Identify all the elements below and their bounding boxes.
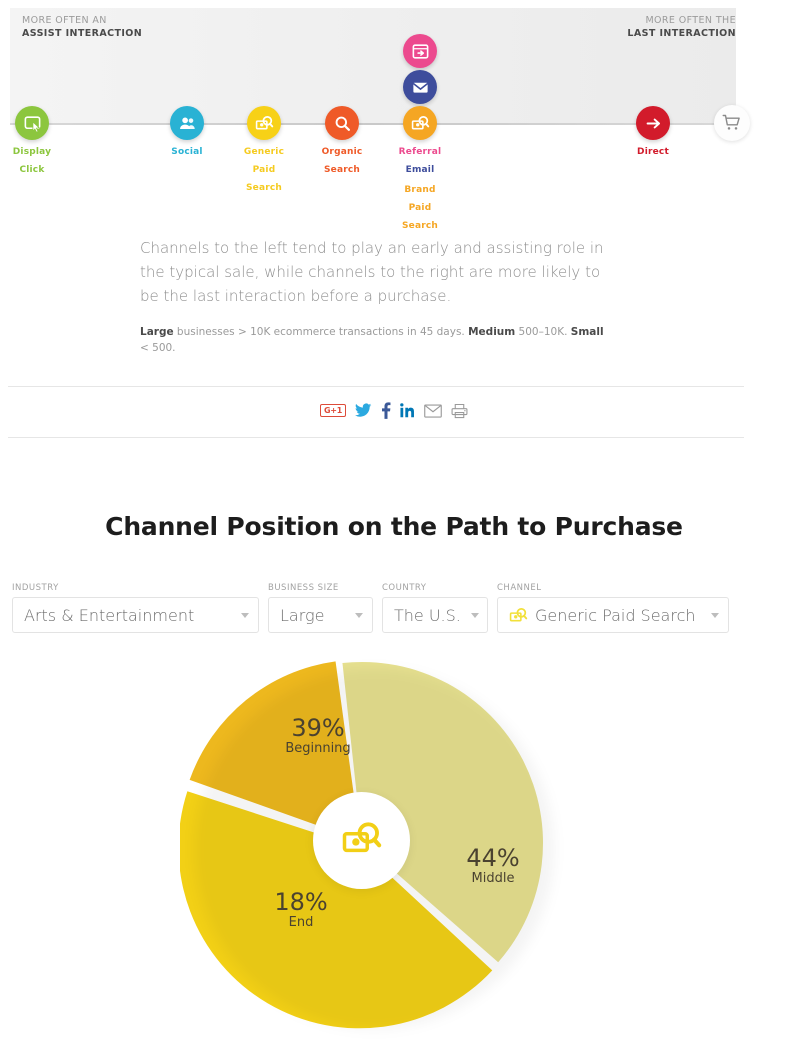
- browser-arrow-icon: [403, 34, 437, 68]
- path-node-organic-search-labels: Organic Search: [302, 145, 382, 181]
- magnifier-icon: [325, 106, 359, 140]
- node-label-line: Paid: [252, 165, 276, 175]
- industry-select-value: Arts & Entertainment: [24, 605, 195, 625]
- last-interaction-title: LAST INTERACTION: [627, 28, 736, 39]
- channel-path-panel: MORE OFTEN AN ASSIST INTERACTION MORE OF…: [0, 0, 788, 231]
- note-medium-bold: Medium: [468, 326, 516, 338]
- envelope-outline-icon[interactable]: [424, 403, 442, 418]
- divider-bottom: [8, 437, 744, 438]
- twitter-bird-icon[interactable]: [354, 403, 372, 418]
- chevron-down-icon: [711, 612, 719, 618]
- paid-search-icon: [247, 106, 281, 140]
- business-size-select[interactable]: Large: [268, 597, 373, 633]
- note-medium-text: 500–10K.: [515, 326, 571, 338]
- shopping-cart-icon: [714, 105, 750, 141]
- paid-search-icon: [403, 106, 437, 140]
- node-label-line: Click: [19, 165, 45, 175]
- node-label-line: Search: [401, 221, 439, 231]
- node-label-line: Organic: [321, 147, 363, 157]
- path-node-generic-paid-search-labels: Generic Paid Search: [224, 145, 304, 199]
- note-large-bold: Large: [140, 326, 174, 338]
- envelope-icon: [403, 70, 437, 104]
- chevron-down-icon: [470, 612, 479, 618]
- linkedin-in-icon[interactable]: [400, 403, 415, 418]
- filter-bar: INDUSTRY Arts & Entertainment BUSINESS S…: [12, 583, 729, 633]
- filter-country-label: COUNTRY: [382, 583, 427, 593]
- google-plus-icon[interactable]: G+1: [320, 404, 346, 417]
- divider-top: [8, 386, 744, 387]
- node-label-referral: Referral: [398, 147, 442, 157]
- assist-interaction-caption: MORE OFTEN AN: [22, 15, 107, 26]
- filter-industry-label: INDUSTRY: [12, 583, 59, 593]
- node-label-line: Social: [171, 147, 203, 157]
- last-interaction-caption: MORE OFTEN THE: [645, 15, 736, 26]
- node-label-line: Paid: [408, 203, 432, 213]
- filter-channel: CHANNEL Generic Paid Search: [497, 583, 729, 633]
- path-node-social-labels: Social: [147, 145, 227, 163]
- filter-country: COUNTRY The U.S.: [382, 583, 488, 633]
- share-bar: G+1: [0, 402, 788, 419]
- paid-search-icon: [509, 606, 528, 625]
- node-label-line: Generic: [243, 147, 285, 157]
- filter-business-size: BUSINESS SIZE Large: [268, 583, 373, 633]
- description-lead: Channels to the left tend to play an ear…: [140, 239, 604, 305]
- note-small-bold: Small: [570, 326, 604, 338]
- paid-search-icon: [341, 818, 383, 864]
- pie-center-hub: [313, 792, 410, 889]
- path-node-direct-labels: Direct: [613, 145, 693, 163]
- country-select-value: The U.S.: [394, 605, 461, 625]
- assist-interaction-title: ASSIST INTERACTION: [22, 28, 143, 39]
- last-interaction-label: MORE OFTEN THE LAST INTERACTION: [627, 14, 736, 40]
- filter-industry: INDUSTRY Arts & Entertainment: [12, 583, 259, 633]
- country-select[interactable]: The U.S.: [382, 597, 488, 633]
- description-note: Large businesses > 10K ecommerce transac…: [140, 324, 610, 356]
- assist-interaction-label: MORE OFTEN AN ASSIST INTERACTION: [22, 14, 142, 40]
- display-click-icon: [15, 106, 49, 140]
- channel-position-pie-chart: 39% Beginning 44% Middle 18% End: [178, 653, 568, 1041]
- node-label-line: Search: [245, 183, 283, 193]
- channel-select-value: Generic Paid Search: [535, 605, 696, 625]
- chevron-down-icon: [355, 612, 363, 618]
- node-label-line: Brand: [404, 185, 436, 195]
- channel-select[interactable]: Generic Paid Search: [497, 597, 729, 633]
- printer-icon[interactable]: [451, 403, 468, 419]
- note-large-text: businesses > 10K ecommerce transactions …: [173, 326, 469, 338]
- note-small-text: < 500.: [140, 342, 176, 354]
- arrow-right-icon: [636, 106, 670, 140]
- industry-select[interactable]: Arts & Entertainment: [12, 597, 259, 633]
- social-users-icon: [170, 106, 204, 140]
- node-label-line: Display: [12, 147, 52, 157]
- path-description: Channels to the left tend to play an ear…: [140, 236, 610, 356]
- node-label-line: Direct: [637, 147, 669, 157]
- chevron-down-icon: [241, 612, 249, 618]
- node-label-line: Search: [323, 165, 361, 175]
- facebook-f-icon[interactable]: [381, 402, 391, 419]
- node-label-email: Email: [405, 165, 435, 175]
- business-size-select-value: Large: [280, 605, 325, 625]
- path-node-stack-labels: Referral Email Brand Paid Search: [380, 145, 460, 237]
- filter-business-size-label: BUSINESS SIZE: [268, 583, 339, 593]
- filter-channel-label: CHANNEL: [497, 583, 542, 593]
- path-axis-line: [10, 123, 736, 125]
- page-title: Channel Position on the Path to Purchase: [105, 512, 683, 541]
- path-node-display-click-labels: Display Click: [0, 145, 72, 181]
